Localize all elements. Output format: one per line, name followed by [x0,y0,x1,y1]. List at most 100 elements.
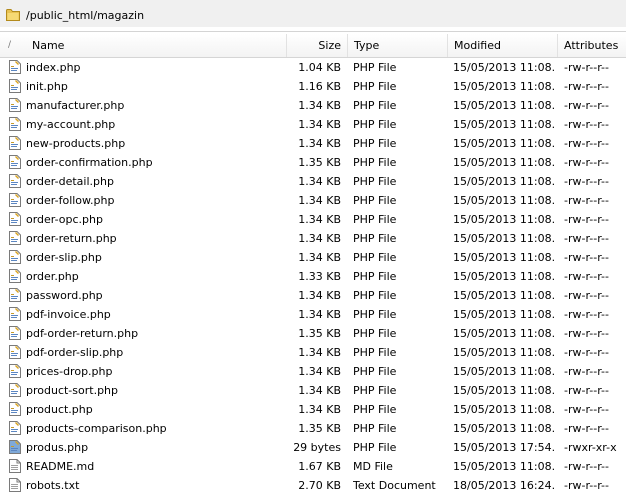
file-type: PHP File [353,270,397,283]
column-header: ∕ Name Size Type Modified Attributes [0,34,626,58]
file-list[interactable]: ∕ Name Size Type Modified Attributes ind… [0,31,626,503]
file-attributes: -rw-r--r-- [564,403,609,416]
file-name: prices-drop.php [26,365,113,378]
file-name: pdf-invoice.php [26,308,111,321]
file-modified: 15/05/2013 11:08... [453,118,554,131]
file-row[interactable]: init.php 1.16 KB PHP File 15/05/2013 11:08.… [0,77,626,96]
file-name: manufacturer.php [26,99,125,112]
column-header-modified[interactable]: Modified [447,34,557,57]
file-size: 1.35 KB [298,327,341,340]
column-header-name[interactable]: ∕ Name [0,34,286,57]
file-name: README.md [26,460,95,473]
file-size: 1.34 KB [298,213,341,226]
file-name: product-sort.php [26,384,119,397]
file-row[interactable]: prices-drop.php 1.34 KB PHP File 15/05/2013… [0,362,626,381]
file-attributes: -rw-r--r-- [564,99,609,112]
file-size: 1.34 KB [298,194,341,207]
file-modified: 15/05/2013 17:54... [453,441,554,454]
file-size: 1.34 KB [298,403,341,416]
file-attributes: -rw-r--r-- [564,80,609,93]
php-file-icon [9,402,23,417]
file-row[interactable]: produs.php 29 bytes PHP File 15/05/2013 17:… [0,438,626,457]
sort-indicator-icon: ∕ [8,40,12,50]
file-size: 1.34 KB [298,232,341,245]
file-attributes: -rw-r--r-- [564,270,609,283]
file-row[interactable]: new-products.php 1.34 KB PHP File 15/05/201… [0,134,626,153]
file-size: 1.34 KB [298,346,341,359]
file-name: order.php [26,270,79,283]
column-header-type[interactable]: Type [347,34,447,57]
file-modified: 15/05/2013 11:08... [453,232,554,245]
php-file-icon [9,383,23,398]
file-row[interactable]: order-return.php 1.34 KB PHP File 15/05/201… [0,229,626,248]
file-size: 1.34 KB [298,365,341,378]
file-row[interactable]: product.php 1.34 KB PHP File 15/05/2013 11:… [0,400,626,419]
file-row[interactable]: pdf-order-return.php 1.35 KB PHP File 15/05… [0,324,626,343]
file-row[interactable]: robots.txt 2.70 KB Text Document 18/05/2013… [0,476,626,495]
file-attributes: -rw-r--r-- [564,327,609,340]
file-attributes: -rw-r--r-- [564,346,609,359]
file-attributes: -rw-r--r-- [564,137,609,150]
file-row[interactable]: manufacturer.php 1.34 KB PHP File 15/05/201… [0,96,626,115]
file-size: 2.70 KB [298,479,341,492]
file-name: order-opc.php [26,213,103,226]
php-file-icon [9,117,23,132]
file-attributes: -rw-r--r-- [564,251,609,264]
file-attributes: -rw-r--r-- [564,232,609,245]
file-modified: 15/05/2013 11:08... [453,403,554,416]
file-row[interactable]: order.php 1.33 KB PHP File 15/05/2013 11:08… [0,267,626,286]
file-row[interactable]: pdf-order-slip.php 1.34 KB PHP File 15/05/2… [0,343,626,362]
file-attributes: -rw-r--r-- [564,118,609,131]
file-type: PHP File [353,213,397,226]
file-row[interactable]: order-follow.php 1.34 KB PHP File 15/05/201… [0,191,626,210]
file-row[interactable]: order-slip.php 1.34 KB PHP File 15/05/2013 … [0,248,626,267]
file-row[interactable]: product-sort.php 1.34 KB PHP File 15/05/201… [0,381,626,400]
file-type: PHP File [353,175,397,188]
php-file-icon [9,250,23,265]
file-modified: 15/05/2013 11:08... [453,80,554,93]
file-size: 1.67 KB [298,460,341,473]
file-size: 29 bytes [293,441,341,454]
file-row[interactable]: order-detail.php 1.34 KB PHP File 15/05/201… [0,172,626,191]
file-attributes: -rw-r--r-- [564,289,609,302]
php-file-icon [9,174,23,189]
file-type: PHP File [353,156,397,169]
php-file-icon [9,231,23,246]
php-file-icon [9,269,23,284]
column-header-attributes[interactable]: Attributes [557,34,626,57]
file-type: PHP File [353,327,397,340]
file-name: password.php [26,289,103,302]
file-attributes: -rw-r--r-- [564,175,609,188]
file-type: PHP File [353,308,397,321]
file-name: order-slip.php [26,251,102,264]
file-type: PHP File [353,118,397,131]
file-row[interactable]: products-comparison.php 1.35 KB PHP File 15… [0,419,626,438]
file-attributes: -rw-r--r-- [564,194,609,207]
file-name: order-confirmation.php [26,156,153,169]
file-row[interactable]: pdf-invoice.php 1.34 KB PHP File 15/05/2013… [0,305,626,324]
php-file-icon [9,421,23,436]
php-file-icon [9,364,23,379]
file-name: product.php [26,403,93,416]
php-file-icon [9,136,23,151]
file-modified: 15/05/2013 11:08... [453,422,554,435]
php-file-icon [9,288,23,303]
file-type: PHP File [353,346,397,359]
file-size: 1.34 KB [298,175,341,188]
file-name: order-return.php [26,232,117,245]
file-row[interactable]: my-account.php 1.34 KB PHP File 15/05/2013 … [0,115,626,134]
file-row[interactable]: order-confirmation.php 1.35 KB PHP File 15/… [0,153,626,172]
file-type: PHP File [353,441,397,454]
file-row[interactable]: order-opc.php 1.34 KB PHP File 15/05/2013 1… [0,210,626,229]
php-file-icon [9,155,23,170]
file-modified: 18/05/2013 16:24... [453,479,554,492]
file-modified: 15/05/2013 11:08... [453,175,554,188]
file-row[interactable]: password.php 1.34 KB PHP File 15/05/2013 11… [0,286,626,305]
column-header-size[interactable]: Size [286,34,347,57]
current-path[interactable]: /public_html/magazin [26,9,144,22]
file-attributes: -rw-r--r-- [564,422,609,435]
file-row[interactable]: README.md 1.67 KB MD File 15/05/2013 11:08.… [0,457,626,476]
php-file-icon [9,79,23,94]
file-name: products-comparison.php [26,422,167,435]
file-row[interactable]: index.php 1.04 KB PHP File 15/05/2013 11:08… [0,58,626,77]
